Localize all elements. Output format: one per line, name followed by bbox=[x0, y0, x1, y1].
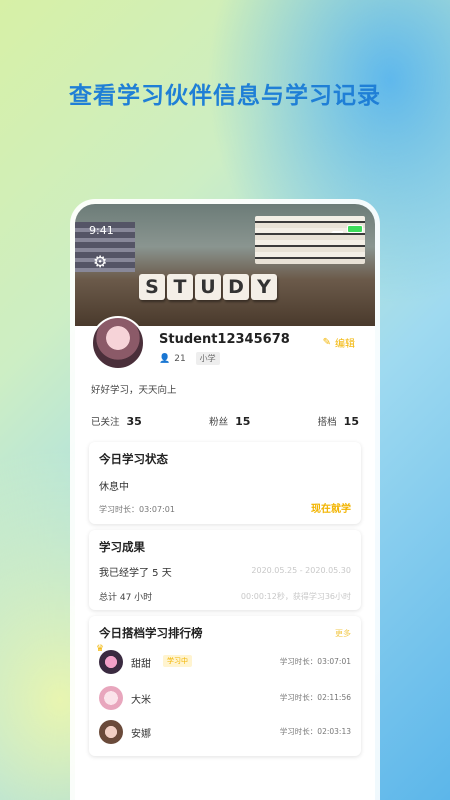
card-title: 今日学习状态 bbox=[99, 452, 168, 466]
list-item[interactable]: 安娜 学习时长：02:03:13 bbox=[99, 718, 351, 746]
profile-banner: 9:41 ⚙ S T U D Y bbox=[75, 204, 375, 326]
battery-icon bbox=[347, 225, 363, 233]
stats-row: 已关注 35 粉丝 15 搭档 15 bbox=[91, 414, 359, 428]
today-status-card: 今日学习状态 休息中 学习时长：03:07:01 现在就学 bbox=[89, 442, 361, 524]
stat-partners[interactable]: 搭档 15 bbox=[318, 414, 359, 428]
grade-badge: 小学 bbox=[195, 352, 220, 365]
status-time: 9:41 bbox=[89, 224, 114, 237]
study-state: 休息中 bbox=[99, 482, 129, 493]
studying-badge: 学习中 bbox=[163, 655, 192, 667]
days-studied: 我已经学了 5 天 bbox=[99, 568, 172, 579]
die-letter: D bbox=[223, 274, 249, 300]
die-letter: T bbox=[167, 274, 193, 300]
partner-name: 安娜 bbox=[131, 729, 151, 740]
partner-duration: 学习时长：02:11:56 bbox=[279, 693, 351, 702]
die-letter: Y bbox=[251, 274, 277, 300]
status-icons bbox=[331, 225, 363, 233]
total-hours: 总计 47 小时 bbox=[99, 593, 153, 603]
pencil-icon: ✎ bbox=[322, 337, 331, 348]
banner-books-right bbox=[255, 216, 365, 264]
stat-fans[interactable]: 粉丝 15 bbox=[209, 414, 250, 428]
profile-meta: 👤 21 小学 bbox=[159, 352, 220, 365]
study-duration: 学习时长：03:07:01 bbox=[99, 505, 175, 514]
study-dice: S T U D Y bbox=[139, 274, 277, 300]
avatar bbox=[99, 720, 123, 744]
likes-count: 21 bbox=[174, 353, 186, 364]
partner-name: 大米 bbox=[131, 695, 151, 706]
edit-button[interactable]: ✎ 编辑 bbox=[323, 335, 355, 350]
card-title: 今日搭档学习排行榜 bbox=[99, 626, 203, 640]
card-title: 学习成果 bbox=[99, 540, 145, 554]
stat-value: 15 bbox=[343, 415, 359, 428]
stat-value: 35 bbox=[126, 415, 142, 428]
die-letter: U bbox=[195, 274, 221, 300]
date-range: 2020.05.25 - 2020.05.30 bbox=[251, 566, 351, 575]
bio: 好好学习，天天向上 bbox=[91, 385, 177, 396]
stat-label: 搭档 bbox=[317, 417, 337, 428]
promo-headline: 查看学习伙伴信息与学习记录 bbox=[69, 83, 381, 109]
edit-label: 编辑 bbox=[335, 339, 355, 350]
stat-value: 15 bbox=[235, 415, 251, 428]
stat-following[interactable]: 已关注 35 bbox=[91, 414, 142, 428]
username: Student12345678 bbox=[159, 332, 290, 347]
signal-icon bbox=[331, 225, 343, 233]
achievements-card: 学习成果 我已经学了 5 天 2020.05.25 - 2020.05.30 总… bbox=[89, 530, 361, 610]
stat-label: 粉丝 bbox=[209, 417, 229, 428]
achievement-detail: 00:00:12秒，获得学习36小时 bbox=[240, 592, 351, 601]
list-item[interactable]: 大米 学习时长：02:11:56 bbox=[99, 684, 351, 712]
person-icon: 👤 bbox=[159, 353, 171, 364]
die-letter: S bbox=[139, 274, 165, 300]
partner-duration: 学习时长：02:03:13 bbox=[279, 727, 351, 736]
avatar[interactable] bbox=[91, 316, 145, 370]
study-now-button[interactable]: 现在就学 bbox=[311, 500, 351, 515]
gear-icon[interactable]: ⚙ bbox=[93, 252, 107, 271]
stat-label: 已关注 bbox=[91, 417, 120, 428]
list-item[interactable]: ♛ 甜甜 学习中 学习时长：03:07:01 bbox=[96, 644, 351, 676]
crown-icon: ♛ bbox=[96, 644, 105, 654]
partner-duration: 学习时长：03:07:01 bbox=[279, 657, 351, 666]
ranking-card: 今日搭档学习排行榜 更多 ♛ 甜甜 学习中 学习时长：03:07:01 大米 学… bbox=[89, 616, 361, 756]
partner-name: 甜甜 bbox=[131, 659, 151, 670]
avatar bbox=[99, 686, 123, 710]
phone-frame: 9:41 ⚙ S T U D Y Student12345678 ✎ 编辑 👤 … bbox=[75, 204, 375, 800]
more-link[interactable]: 更多 bbox=[335, 628, 351, 639]
